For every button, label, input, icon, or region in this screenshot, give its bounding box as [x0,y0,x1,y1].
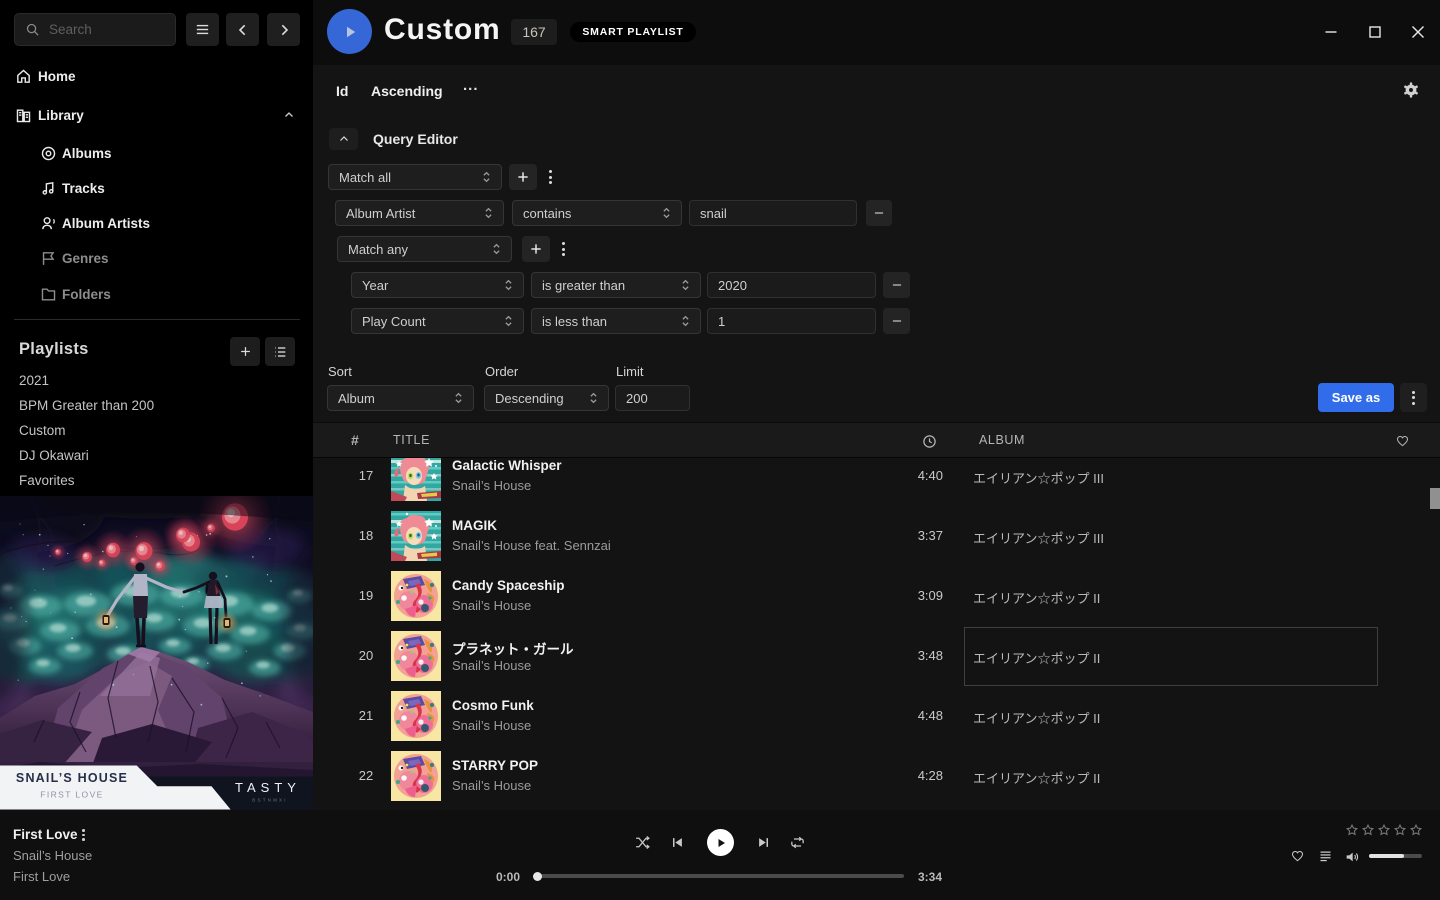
svg-text:BSTNMXI: BSTNMXI [252,798,287,803]
svg-text:FIRST LOVE: FIRST LOVE [40,790,103,800]
svg-text:SNAIL’S HOUSE: SNAIL’S HOUSE [16,771,128,785]
svg-text:TASTY: TASTY [235,780,301,795]
